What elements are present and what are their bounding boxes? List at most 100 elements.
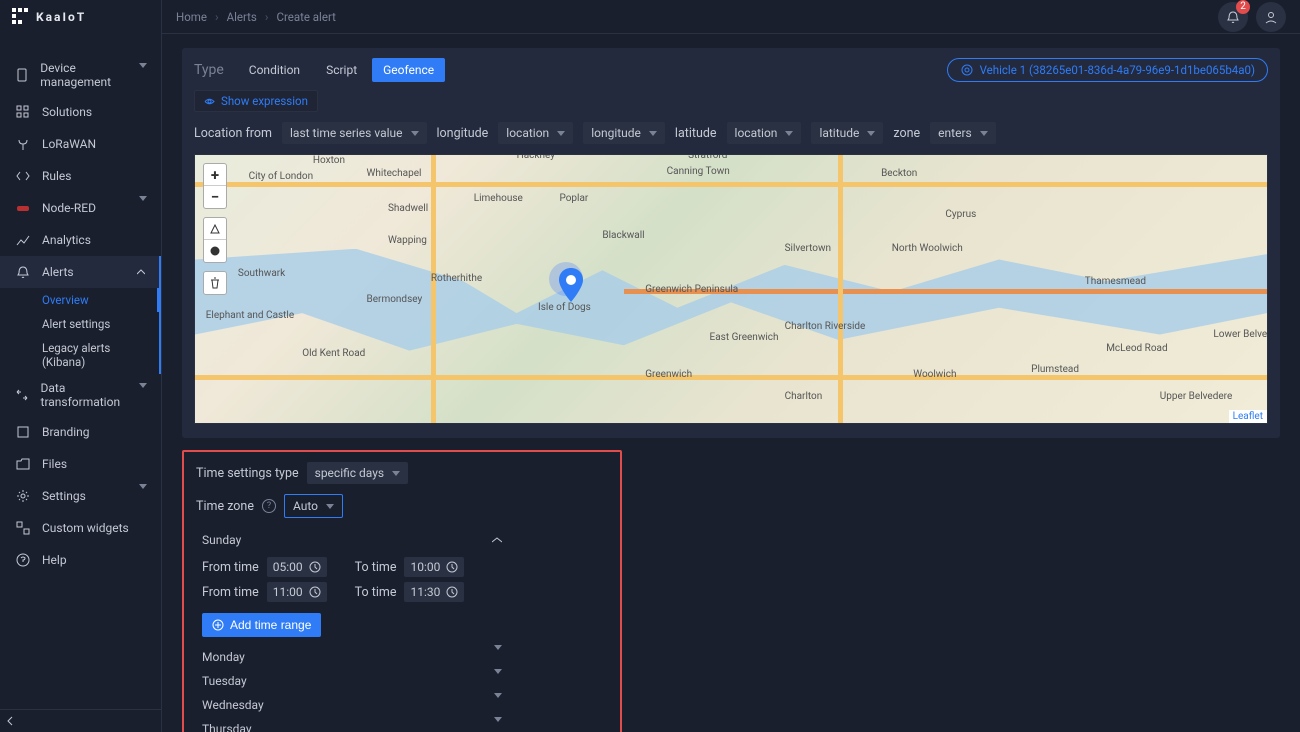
day-tuesday[interactable]: Tuesday <box>202 669 502 693</box>
nav-sub-alert-settings[interactable]: Alert settings <box>0 312 159 336</box>
tab-script[interactable]: Script <box>315 58 368 82</box>
add-time-range-label: Add time range <box>230 618 311 632</box>
location-from-select[interactable]: last time series value <box>282 122 426 144</box>
crumb-home[interactable]: Home <box>176 10 207 24</box>
nav-files[interactable]: Files <box>0 448 161 480</box>
nav-help[interactable]: Help <box>0 544 161 576</box>
nav-branding[interactable]: Branding <box>0 416 161 448</box>
from-time-label: From time <box>202 560 259 575</box>
map-attribution[interactable]: Leaflet <box>1229 410 1267 423</box>
code-icon <box>14 167 32 185</box>
nav-label: Data transformation <box>41 381 139 409</box>
map-label: Silvertown <box>785 243 831 254</box>
from-time-label: From time <box>202 585 259 600</box>
logo[interactable]: KaaIoT <box>0 0 161 34</box>
device-chip[interactable]: Vehicle 1 (38265e01-836d-4a79-96e9-1d1be… <box>947 58 1268 82</box>
nav-alerts[interactable]: Alerts <box>0 256 161 288</box>
chevron-down-icon <box>649 131 657 136</box>
main: Home › Alerts › Create alert 2 Type Cond… <box>162 0 1300 732</box>
crumb-alerts[interactable]: Alerts <box>227 10 257 24</box>
map-label: Charlton <box>785 391 823 402</box>
map-delete-shape[interactable] <box>204 272 226 294</box>
longitude-select-2[interactable]: longitude <box>583 122 665 144</box>
nav-sub-overview[interactable]: Overview <box>0 288 159 312</box>
map[interactable]: City of London Whitechapel Hoxton Shadwe… <box>194 154 1268 424</box>
nav-data-transformation[interactable]: Data transformation <box>0 374 161 416</box>
chevron-up-icon <box>137 269 145 275</box>
day-label: Monday <box>202 650 245 664</box>
tab-geofence[interactable]: Geofence <box>372 58 445 82</box>
map-label: Bermondsey <box>367 294 423 305</box>
add-time-range-button[interactable]: Add time range <box>202 613 321 637</box>
chevron-down-icon <box>980 131 988 136</box>
map-marker[interactable] <box>559 268 583 302</box>
user-button[interactable] <box>1256 2 1286 32</box>
map-zoom-out[interactable]: − <box>204 186 226 208</box>
chevron-down-icon <box>139 68 147 82</box>
map-label: Upper Belvedere <box>1160 391 1232 402</box>
chevron-down-icon <box>139 388 147 402</box>
day-label: Thursday <box>202 722 252 732</box>
sidebar-collapse-button[interactable] <box>0 709 161 732</box>
nav-sub-legacy-alerts[interactable]: Legacy alerts (Kibana) <box>0 336 159 374</box>
nav-label: Device management <box>40 61 139 89</box>
map-zoom-in[interactable]: + <box>204 164 226 186</box>
map-draw-circle[interactable] <box>204 240 226 262</box>
map-label: Greenwich Peninsula <box>645 284 738 295</box>
nav-lorawan[interactable]: LoRaWAN <box>0 128 161 160</box>
time-settings-type-label: Time settings type <box>196 466 299 481</box>
nav-rules[interactable]: Rules <box>0 160 161 192</box>
day-thursday[interactable]: Thursday <box>202 717 502 732</box>
day-wednesday[interactable]: Wednesday <box>202 693 502 717</box>
nav-label: LoRaWAN <box>42 137 96 151</box>
to-time-input-2[interactable]: 11:30 <box>404 582 464 602</box>
map-label: Limehouse <box>474 193 523 204</box>
target-icon <box>960 63 974 77</box>
nav-analytics[interactable]: Analytics <box>0 224 161 256</box>
longitude-select-1[interactable]: location <box>498 122 573 144</box>
eye-icon <box>204 96 215 107</box>
from-time-input-1[interactable]: 05:00 <box>267 557 327 577</box>
chevron-down-icon <box>494 674 502 688</box>
map-draw-polygon[interactable] <box>204 218 226 240</box>
time-settings-type-select[interactable]: specific days <box>307 462 408 484</box>
chevron-down-icon <box>557 131 565 136</box>
crumb-create-alert[interactable]: Create alert <box>276 10 335 24</box>
latitude-label: latitude <box>675 126 717 141</box>
nav-nodered[interactable]: Node-RED <box>0 192 161 224</box>
help-icon[interactable]: ? <box>262 499 276 513</box>
branding-icon <box>14 423 32 441</box>
chevron-right-icon: › <box>265 10 269 24</box>
map-label: Hackney <box>517 154 555 161</box>
gear-icon <box>14 487 32 505</box>
nav-settings[interactable]: Settings <box>0 480 161 512</box>
sidebar: KaaIoT Device management Solutions LoRaW… <box>0 0 162 732</box>
time-zone-select[interactable]: Auto <box>284 494 343 518</box>
transform-icon <box>14 386 31 404</box>
map-label: Old Kent Road <box>302 348 365 359</box>
type-label: Type <box>194 62 224 78</box>
nav-device-management[interactable]: Device management <box>0 54 161 96</box>
chevron-up-icon <box>492 537 502 543</box>
from-time-input-2[interactable]: 11:00 <box>267 582 327 602</box>
map-label: Whitechapel <box>367 168 422 179</box>
zone-select[interactable]: enters <box>930 122 996 144</box>
nav-custom-widgets[interactable]: Custom widgets <box>0 512 161 544</box>
notifications-button[interactable]: 2 <box>1218 2 1248 32</box>
tab-condition[interactable]: Condition <box>238 58 311 82</box>
day-monday[interactable]: Monday <box>202 645 502 669</box>
grid-icon <box>14 103 32 121</box>
nav-solutions[interactable]: Solutions <box>0 96 161 128</box>
chevron-right-icon: › <box>215 10 219 24</box>
day-sunday[interactable]: Sunday <box>202 528 502 552</box>
to-time-input-1[interactable]: 10:00 <box>404 557 464 577</box>
latitude-select-1[interactable]: location <box>727 122 802 144</box>
plus-circle-icon <box>212 619 224 631</box>
map-label: Charlton Riverside <box>785 321 866 332</box>
latitude-select-2[interactable]: latitude <box>811 122 883 144</box>
help-icon <box>14 551 32 569</box>
type-panel: Type Condition Script Geofence Vehicle 1… <box>182 48 1280 438</box>
chevron-down-icon <box>867 131 875 136</box>
clock-icon <box>446 561 458 573</box>
show-expression-button[interactable]: Show expression <box>194 90 318 112</box>
